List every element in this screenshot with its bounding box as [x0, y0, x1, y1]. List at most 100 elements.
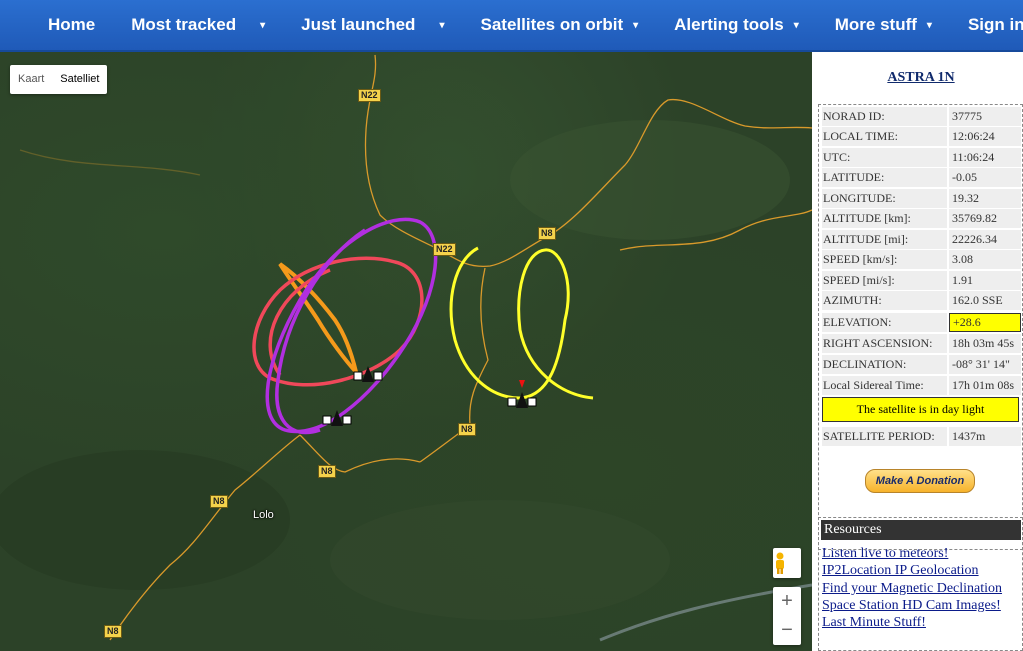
road-shield: N8: [104, 625, 122, 638]
info-label: LATITUDE:: [822, 168, 947, 187]
nav-alerting-label: Alerting tools: [674, 15, 784, 34]
satellite-details: NORAD ID: 37775 LOCAL TIME: 12:06:24 UTC: 1…: [818, 104, 1023, 550]
top-nav: Home Most tracked ▾ Just launched ▾ Satell…: [0, 0, 1023, 52]
resources-box: Resources Listen live to meteors! IP2Loc…: [818, 517, 1023, 651]
info-value: 11:06:24: [949, 148, 1021, 167]
resource-link[interactable]: Find your Magnetic Declination: [822, 581, 1002, 597]
map-type-control: Kaart Satelliet: [10, 65, 108, 94]
satellite-map[interactable]: Kaart Satelliet N22 N22 N8 N8 N8 N8 N8 L…: [0, 52, 812, 651]
nav-alerting-tools[interactable]: Alerting tools ▾: [656, 0, 817, 51]
donate-button[interactable]: Make A Donation: [865, 469, 975, 493]
caret-down-icon: ▾: [439, 19, 445, 31]
zoom-in-button[interactable]: +: [773, 587, 801, 616]
city-label: Lolo: [253, 509, 274, 521]
map-overlay: [0, 54, 812, 642]
info-row: Local Sidereal Time: 17h 01m 08s: [822, 376, 1021, 395]
satellite-name[interactable]: ASTRA 1N: [812, 70, 1023, 86]
info-label: UTC:: [822, 148, 947, 167]
map-type-satelliet[interactable]: Satelliet: [52, 65, 107, 94]
nav-sign-in-label: Sign in: [967, 15, 1023, 34]
info-row: LOCAL TIME: 12:06:24: [822, 127, 1021, 146]
info-label: LOCAL TIME:: [822, 127, 947, 146]
info-row: ALTITUDE [km]: 35769.82: [822, 209, 1021, 228]
info-value: 162.0 SSE: [949, 291, 1021, 310]
info-label: RIGHT ASCENSION:: [822, 334, 947, 353]
info-value: 19.32: [949, 189, 1021, 208]
info-label: NORAD ID:: [822, 107, 947, 126]
info-value: 22226.34: [949, 230, 1021, 249]
resource-link[interactable]: Last Minute Stuff!: [822, 615, 926, 631]
purple-ground-track: [265, 217, 438, 435]
info-row: AZIMUTH: 162.0 SSE: [822, 291, 1021, 310]
road-shield: N8: [318, 465, 336, 478]
info-label: SPEED [mi/s]:: [822, 271, 947, 290]
road-shield: N8: [458, 423, 476, 436]
info-row: LONGITUDE: 19.32: [822, 189, 1021, 208]
resources-title: Resources: [821, 520, 1021, 540]
terrain-patch: [0, 450, 290, 590]
nav-more-stuff[interactable]: More stuff ▾: [817, 0, 950, 51]
info-row: SATELLITE PERIOD: 1437m: [822, 427, 1021, 446]
nav-more-stuff-label: More stuff: [834, 15, 917, 34]
info-label: DECLINATION:: [822, 355, 947, 374]
info-row: LATITUDE: -0.05: [822, 168, 1021, 187]
info-label: Local Sidereal Time:: [822, 376, 947, 395]
info-label: ALTITUDE [mi]:: [822, 230, 947, 249]
info-label: ELEVATION:: [822, 313, 947, 332]
nav-home[interactable]: Home: [30, 0, 113, 51]
caret-down-icon: ▾: [793, 19, 799, 31]
nav-most-tracked[interactable]: Most tracked ▾: [113, 0, 283, 51]
nav-satellites-on-orbit[interactable]: Satellites on orbit ▾: [462, 0, 656, 51]
period-label: SATELLITE PERIOD:: [822, 427, 947, 446]
period-value: 1437m: [949, 427, 1021, 446]
info-row: DECLINATION: -08° 31' 14": [822, 355, 1021, 374]
nav-satellites-label: Satellites on orbit: [480, 15, 624, 34]
yellow-ground-track: [449, 246, 594, 400]
info-row: ELEVATION: +28.6: [822, 313, 1021, 332]
map-type-kaart[interactable]: Kaart: [10, 65, 52, 94]
satellite-info-panel: ASTRA 1N NORAD ID: 37775 LOCAL TIME: 12:06…: [812, 52, 1023, 651]
road-shield: N8: [538, 227, 556, 240]
info-value: -0.05: [949, 168, 1021, 187]
road-shield: N22: [358, 89, 381, 102]
info-value: 17h 01m 08s: [949, 376, 1021, 395]
caret-down-icon: ▾: [260, 19, 266, 31]
nav-sign-in[interactable]: Sign in: [950, 0, 1023, 51]
elevation-value: +28.6: [949, 313, 1021, 332]
info-value: 3.08: [949, 250, 1021, 269]
terrain-patch: [330, 500, 670, 620]
caret-down-icon: ▾: [633, 19, 639, 31]
satellite-marker-icon[interactable]: [353, 366, 383, 382]
info-row: NORAD ID: 37775: [822, 107, 1021, 126]
zoom-out-button[interactable]: −: [773, 616, 801, 645]
road-shield: N22: [433, 243, 456, 256]
resource-link[interactable]: Listen live to meteors!: [822, 546, 948, 562]
resource-link[interactable]: Space Station HD Cam Images!: [822, 598, 1001, 614]
pegman-icon[interactable]: [773, 548, 801, 578]
road-shield: N8: [210, 495, 228, 508]
terrain-patch: [510, 120, 790, 240]
road-faint: [19, 149, 201, 176]
nav-most-tracked-label: Most tracked: [131, 15, 237, 34]
info-row: SPEED [mi/s]: 1.91: [822, 271, 1021, 290]
info-value: 12:06:24: [949, 127, 1021, 146]
caret-down-icon: ▾: [926, 19, 932, 31]
info-value: 18h 03m 45s: [949, 334, 1021, 353]
daylight-status: The satellite is in day light: [822, 397, 1019, 422]
nav-just-launched[interactable]: Just launched ▾: [283, 0, 462, 51]
info-value: 37775: [949, 107, 1021, 126]
info-row: RIGHT ASCENSION: 18h 03m 45s: [822, 334, 1021, 353]
info-value: 1.91: [949, 271, 1021, 290]
nav-just-launched-label: Just launched: [301, 15, 416, 34]
info-label: ALTITUDE [km]:: [822, 209, 947, 228]
info-value: -08° 31' 14": [949, 355, 1021, 374]
info-row: SPEED [km/s]: 3.08: [822, 250, 1021, 269]
info-label: AZIMUTH:: [822, 291, 947, 310]
resource-link[interactable]: IP2Location IP Geolocation: [822, 563, 979, 579]
info-row: ALTITUDE [mi]: 22226.34: [822, 230, 1021, 249]
zoom-control: + −: [773, 587, 801, 645]
nav-home-label: Home: [48, 15, 96, 34]
info-row: UTC: 11:06:24: [822, 148, 1021, 167]
info-value: 35769.82: [949, 209, 1021, 228]
info-label: LONGITUDE:: [822, 189, 947, 208]
